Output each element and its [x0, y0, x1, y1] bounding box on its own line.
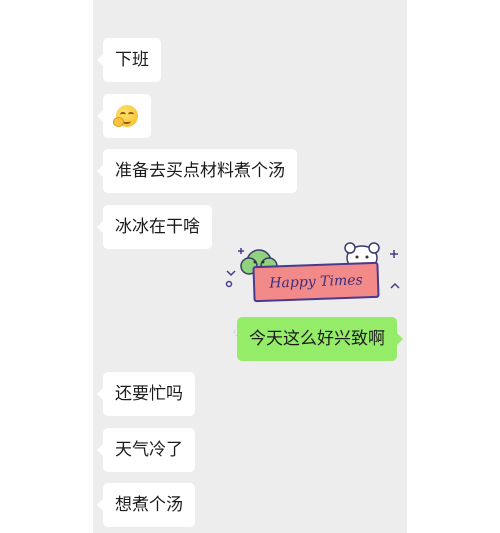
message-bubble-incoming[interactable]: 准备去买点材料煮个汤	[97, 149, 297, 193]
chat-screen: 下班 准备去买点材料煮个汤 冰冰在干啥 Happy Times 今天这么好兴致啊…	[93, 0, 407, 533]
message-text: 冰冰在干啥	[115, 217, 200, 237]
message-bubble-incoming[interactable]: 想煮个汤	[97, 483, 195, 527]
message-bubble-incoming[interactable]	[97, 94, 151, 138]
message-text: 想煮个汤	[115, 495, 183, 515]
message-text: 下班	[115, 50, 149, 70]
message-text: 今天这么好兴致啊	[249, 329, 385, 349]
message-bubble-incoming[interactable]: 还要忙吗	[97, 372, 195, 416]
message-text: 还要忙吗	[115, 384, 183, 404]
message-bubble-incoming[interactable]: 天气冷了	[97, 428, 195, 472]
sticker-banner: Happy Times	[252, 261, 380, 303]
hand-over-mouth-emoji-icon	[113, 105, 138, 127]
message-bubble-outgoing[interactable]: 今天这么好兴致啊	[237, 317, 403, 361]
message-text: 天气冷了	[115, 440, 183, 460]
message-bubble-incoming[interactable]: 冰冰在干啥	[97, 205, 212, 249]
message-text: 准备去买点材料煮个汤	[115, 161, 285, 181]
message-bubble-incoming[interactable]: 下班	[97, 38, 161, 82]
happy-times-sticker[interactable]: Happy Times	[219, 238, 407, 318]
